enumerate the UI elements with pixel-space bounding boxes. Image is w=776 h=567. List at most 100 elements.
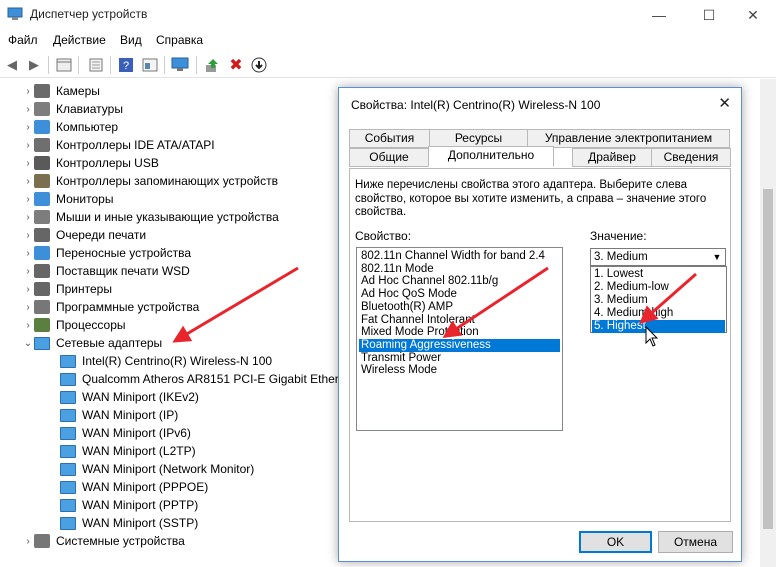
tree-network-adapter[interactable]: WAN Miniport (IKEv2) [48,388,199,406]
tree-category[interactable]: › Контроллеры IDE ATA/ATAPI [22,136,215,154]
tree-scrollbar[interactable] [760,79,776,567]
tree-item-label: WAN Miniport (IPv6) [82,426,191,440]
property-list-item[interactable]: Transmit Power [359,352,441,365]
chevron-right-icon[interactable]: › [22,104,34,115]
tree-item-label: WAN Miniport (Network Monitor) [82,462,255,476]
menu-bar: Файл Действие Вид Справка [0,30,776,50]
tree-category[interactable]: › Принтеры [22,280,112,298]
tree-network-adapter[interactable]: WAN Miniport (PPPOE) [48,478,208,496]
scrollbar-thumb[interactable] [763,189,773,529]
menu-view[interactable]: Вид [120,33,142,47]
show-hidden-icon[interactable] [54,55,74,75]
back-icon[interactable]: ◀ [2,55,22,75]
tab-driver[interactable]: Драйвер [572,148,652,167]
property-list-item[interactable]: Ad Hoc QoS Mode [359,288,457,301]
tree-category[interactable]: › Мыши и иные указывающие устройства [22,208,279,226]
chevron-right-icon[interactable]: › [22,212,34,223]
tree-network-adapter[interactable]: WAN Miniport (SSTP) [48,514,198,532]
chevron-right-icon[interactable]: › [22,536,34,547]
uninstall-icon[interactable]: ✖ [226,55,246,75]
chevron-right-icon[interactable]: › [22,248,34,259]
tree-category[interactable]: › Мониторы [22,190,113,208]
chevron-right-icon[interactable]: › [22,122,34,133]
tree-category[interactable]: › Клавиатуры [22,100,123,118]
tree-network-adapter[interactable]: WAN Miniport (L2TP) [48,442,196,460]
scan-icon[interactable] [170,55,190,75]
view-icon[interactable] [140,55,160,75]
tab-details[interactable]: Сведения [651,148,731,167]
tab-events[interactable]: События [349,129,430,148]
chevron-right-icon[interactable]: › [22,320,34,331]
device-icon [34,336,50,350]
help-icon[interactable]: ? [116,55,136,75]
chevron-right-icon[interactable]: › [22,176,34,187]
tree-network-adapter[interactable]: WAN Miniport (Network Monitor) [48,460,254,478]
forward-icon[interactable]: ▶ [24,55,44,75]
property-list-item[interactable]: Fat Channel Intolerant [359,314,475,327]
tree-category-network[interactable]: ⌄ Сетевые адаптеры [22,334,162,352]
tree-category[interactable]: › Контроллеры USB [22,154,159,172]
tree-category[interactable]: › Очереди печати [22,226,146,244]
tab-power-management[interactable]: Управление электропитанием [527,129,730,148]
ok-button[interactable]: OK [579,531,652,553]
minimize-button[interactable]: — [636,0,682,30]
tree-category[interactable]: › Камеры [22,82,100,100]
chevron-right-icon[interactable]: › [22,140,34,151]
chevron-right-icon[interactable]: › [22,158,34,169]
value-option[interactable]: 1. Lowest [592,268,725,281]
tab-general[interactable]: Общие [349,148,429,167]
tree-category[interactable]: › Поставщик печати WSD [22,262,190,280]
device-icon [60,516,76,530]
chevron-down-icon[interactable]: ▼ [709,249,725,265]
tree-category[interactable]: › Компьютер [22,118,118,136]
value-dropdown[interactable]: 1. Lowest 2. Medium-low 3. Medium 4. Medium… [590,266,727,333]
tree-network-adapter[interactable]: WAN Miniport (IPv6) [48,424,191,442]
disable-icon[interactable] [249,55,269,75]
tree-item-label: Мыши и иные указывающие устройства [56,210,279,224]
properties-icon[interactable] [86,55,106,75]
tree-network-adapter[interactable]: WAN Miniport (IP) [48,406,178,424]
chevron-right-icon[interactable]: › [22,266,34,277]
tree-item-label: Компьютер [56,120,119,134]
maximize-button[interactable]: ☐ [686,0,732,30]
menu-action[interactable]: Действие [53,33,106,47]
property-list[interactable]: 802.11n Channel Width for band 2.4 802.11… [356,247,563,431]
menu-help[interactable]: Справка [156,33,203,47]
property-list-item[interactable]: Wireless Mode [359,364,437,377]
tree-network-adapter[interactable]: Qualcomm Atheros AR8151 PCI-E Gigabit Et… [48,370,352,388]
device-icon [60,372,76,386]
value-option[interactable]: 3. Medium [592,294,725,307]
tree-category[interactable]: › Переносные устройства [22,244,191,262]
chevron-right-icon[interactable]: › [22,230,34,241]
chevron-right-icon[interactable]: › [22,194,34,205]
chevron-right-icon[interactable]: › [22,86,34,97]
window-title: Диспетчер устройств [30,7,148,21]
tree-category[interactable]: › Контроллеры запоминающих устройств [22,172,278,190]
chevron-right-icon[interactable]: › [22,302,34,313]
dialog-close-icon[interactable]: ✕ [718,94,731,112]
value-option[interactable]: 4. Medium-high [592,307,725,320]
property-list-item[interactable]: Mixed Mode Protection [359,326,479,339]
cancel-button[interactable]: Отмена [658,531,733,553]
tree-category[interactable]: › Системные устройства [22,532,185,550]
tree-network-adapter[interactable]: WAN Miniport (PPTP) [48,496,198,514]
value-option[interactable]: 2. Medium-low [592,281,725,294]
tree-category[interactable]: › Процессоры [22,316,126,334]
update-driver-icon[interactable] [202,55,222,75]
property-list-item[interactable]: 802.11n Mode [359,263,434,276]
tab-advanced[interactable]: Дополнительно [428,146,554,167]
property-list-item[interactable]: Roaming Aggressiveness [359,338,560,352]
chevron-right-icon[interactable]: › [22,284,34,295]
close-button[interactable]: ✕ [730,0,776,30]
dialog-title: Свойства: Intel(R) Centrino(R) Wireless-… [351,98,601,112]
property-list-item[interactable]: Ad Hoc Channel 802.11b/g [359,275,498,288]
menu-file[interactable]: Файл [8,33,38,47]
tree-category[interactable]: › Программные устройства [22,298,199,316]
chevron-down-icon[interactable]: ⌄ [22,338,34,349]
property-list-item[interactable]: Bluetooth(R) AMP [359,301,453,314]
tree-network-adapter[interactable]: Intel(R) Centrino(R) Wireless-N 100 [48,352,272,370]
property-list-item[interactable]: 802.11n Channel Width for band 2.4 [359,250,545,263]
value-combobox[interactable]: 3. Medium ▼ [590,248,726,266]
value-option[interactable]: 5. Highest [592,320,725,333]
tree-item-label: Контроллеры USB [56,156,159,170]
